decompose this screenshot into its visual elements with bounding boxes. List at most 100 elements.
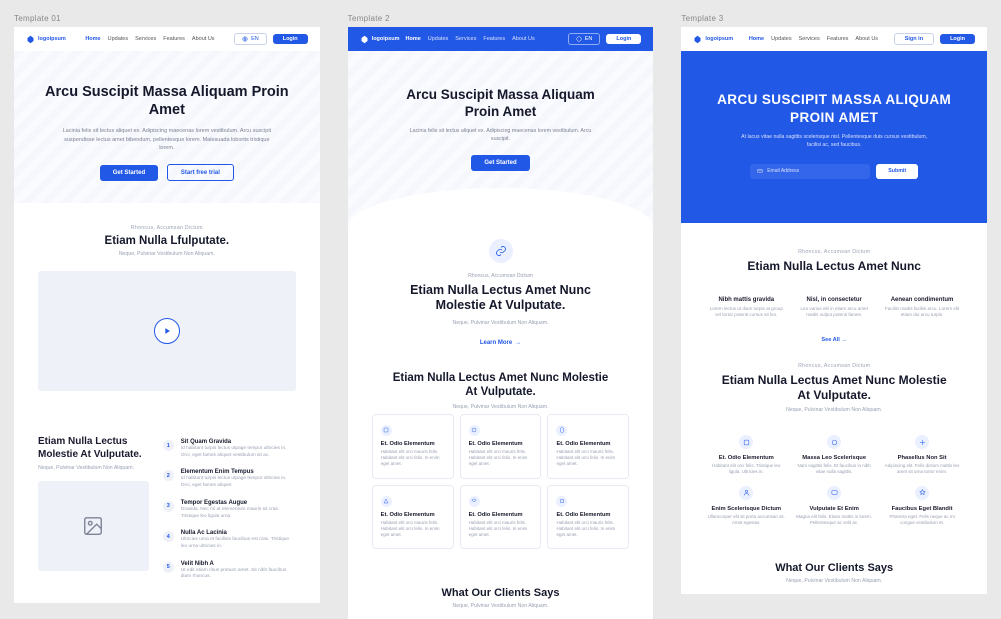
features-heading: Etiam Nulla Lectus Amet Nunc Molestie At… [719,373,949,403]
grid-heading: Etiam Nulla Lectus Amet Nunc Molestie At… [386,371,616,400]
globe-icon [576,36,582,42]
learn-more-link[interactable]: Learn More→ [480,340,521,346]
nav-home[interactable]: Home [85,36,100,42]
nav-about[interactable]: About Us [855,36,878,42]
feature-icon [827,486,841,500]
cta-free-trial[interactable]: Start free trial [167,164,234,181]
step-number: 4 [163,531,174,542]
nav-links: Home Updates Services Features About Us [405,36,534,42]
feature-card: Et. Odio ElementumHabitant elit orci mau… [460,414,542,479]
eyebrow: Rhoncus, Accumsan Dictum [705,363,963,369]
nav-home[interactable]: Home [749,36,764,42]
logo-icon [360,35,369,44]
eyebrow: Rhoncus, Accumsan Dictum [38,225,296,231]
nav-features[interactable]: Features [163,36,185,42]
columns: Nibh mattis gravidaLorem lectus ut diam … [681,283,987,337]
step-title: Elementum Enim Tempus [181,469,296,475]
nav-links: Home Updates Services Features About Us [749,36,878,42]
eyebrow: Rhoncus, Accumsan Dictum [705,249,963,255]
nav-updates[interactable]: Updates [771,36,792,42]
image-icon [82,515,104,537]
step-number: 3 [163,501,174,512]
feature-icon [381,496,392,507]
nav-about[interactable]: About Us [192,36,215,42]
feature-title: Massa Leo Scelerisque [795,455,873,461]
feature-icon [469,496,480,507]
feature-title: Et. Odio Elementum [381,441,445,447]
nav-updates[interactable]: Updates [428,36,449,42]
col-title: Aenean condimentum [883,297,961,303]
feature-icon [556,496,567,507]
video-placeholder[interactable] [38,271,296,391]
lang-label: EN [585,36,593,42]
nav-updates[interactable]: Updates [108,36,129,42]
col-title: Nibh mattis gravida [707,297,785,303]
image-placeholder [38,481,149,571]
feature-grid: Et. Odio Elementum Habitant elit orci mau… [348,410,654,570]
play-button[interactable] [154,318,180,344]
feature-desc: Magna elit felis. Etiam mattis in lorem.… [795,514,873,527]
feature-icon [381,425,392,436]
login-button[interactable]: Login [606,34,641,44]
feature-title: Et. Odio Elementum [556,512,620,518]
hero-subtitle: At lacus vitae nulla sagittis scelerisqu… [734,134,934,150]
nav-services[interactable]: Services [135,36,156,42]
arrow-right-icon: → [515,340,521,346]
logo[interactable]: logoipsum [360,35,400,44]
clients-sub: Neque, Pulvinar Vestibulum Non Aliquam. [372,603,630,609]
logo-icon [26,35,35,44]
nav: logoipsum Home Updates Services Features… [348,27,654,51]
nav-services[interactable]: Services [455,36,476,42]
hero: ARCU SUSCIPIT MASSA ALIQUAM PROIN AMET A… [681,51,987,223]
feature-desc: Habitant elit orci mauris felis. Habitan… [381,449,445,468]
step-desc: Ut edit etiam risus pretium amet. Sit ni… [181,568,296,581]
login-button[interactable]: Login [940,34,975,44]
step-desc: Ultricies urna et facilisis faucibus est… [181,537,296,550]
step-title: Velit Nibh A [181,561,296,567]
feature-card: Et. Odio Elementum Habitant elit orci mau… [372,414,454,479]
login-button[interactable]: Login [273,34,308,44]
section-clients: What Our Clients Says Neque, Pulvinar Ve… [348,569,654,619]
cta-get-started[interactable]: Get Started [100,165,158,181]
template-label-3: Template 3 [681,14,987,23]
play-icon [162,326,172,336]
see-all-link[interactable]: See All → [681,337,987,355]
features-grid: Et. Odio Elementum Habitant elit orci fel… [681,423,987,544]
cta-get-started[interactable]: Get Started [471,155,529,171]
signin-button[interactable]: Sign in [894,33,934,45]
step-1: 1Sit Quam GravidaId habitant turpis lect… [163,439,296,459]
logo[interactable]: logoipsum [693,35,733,44]
feature-desc: Habitant elit orci felis. Tristique leo … [707,463,785,476]
step-title: Sit Quam Gravida [181,439,296,445]
hero-title: ARCU SUSCIPIT MASSA ALIQUAM PROIN AMET [709,91,959,126]
link-icon [495,245,507,257]
signup-bar: Email Address Submit [705,164,963,179]
nav-features[interactable]: Features [483,36,505,42]
submit-button[interactable]: Submit [876,164,918,179]
feature-item: Et. Odio Elementum Habitant elit orci fel… [707,435,785,476]
feature-card: Et. Odio ElementumHabitant elit orci mau… [547,414,629,479]
learn-more-label: Learn More [480,340,512,346]
nav-services[interactable]: Services [799,36,820,42]
nav-features[interactable]: Features [827,36,849,42]
section-features-head: Rhoncus, Accumsan Dictum Etiam Nulla Lec… [681,355,987,423]
feature-title: Et. Odio Elementum [707,455,785,461]
nav-about[interactable]: About Us [512,36,535,42]
logo[interactable]: logoipsum [26,35,66,44]
step-2: 2Elementum Enim TempusId habitant turpis… [163,469,296,489]
clients-heading: What Our Clients Says [372,587,630,599]
feature-desc: Habitant elit orci mauris felis. Habitan… [556,520,620,539]
steps-sub: Neque, Pulvinar Vestibulum Non Aliquam. [38,465,149,471]
hero-subtitle: Lacinia felis sit lectus aliquet ex. Adi… [401,128,601,144]
email-input[interactable]: Email Address [750,164,870,179]
logo-text: logoipsum [372,36,400,42]
lang-switch[interactable]: EN [568,33,601,45]
section-columns-head: Rhoncus, Accumsan Dictum Etiam Nulla Lec… [681,223,987,283]
step-3: 3Tempor Egestas AugueGravida. Nec mi at … [163,500,296,520]
feature-icon [739,435,753,449]
section-heading: Etiam Nulla Lfulputate. [38,235,296,247]
step-5: 5Velit Nibh AUt edit etiam risus pretium… [163,561,296,581]
feature-title: Et. Odio Elementum [469,441,533,447]
nav-home[interactable]: Home [405,36,420,42]
lang-switch[interactable]: EN [234,33,267,45]
